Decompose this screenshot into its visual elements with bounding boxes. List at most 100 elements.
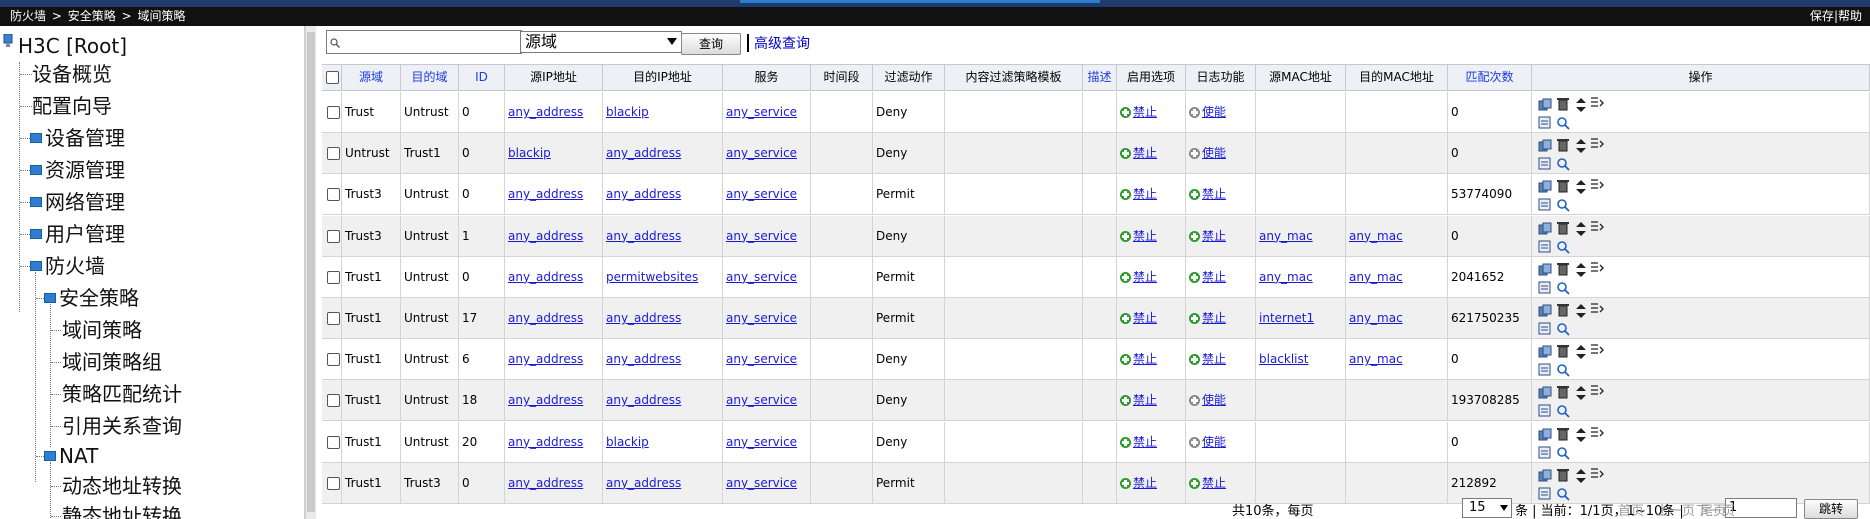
delete-icon[interactable] [1556, 303, 1570, 317]
object-link[interactable]: any_address [508, 270, 583, 284]
insert-icon[interactable] [1590, 178, 1604, 192]
enable-toggle-link[interactable]: 禁止 [1133, 146, 1157, 160]
table-row[interactable]: Trust1 Untrust 20 any_address blackip any_ser… [322, 421, 1870, 463]
log-toggle-link[interactable]: 使能 [1202, 105, 1226, 119]
insert-icon[interactable] [1590, 384, 1604, 398]
object-link[interactable]: any_address [508, 476, 583, 490]
enable-toggle-link[interactable]: 禁止 [1133, 393, 1157, 407]
row-checkbox[interactable] [327, 312, 340, 325]
row-checkbox[interactable] [327, 394, 340, 408]
column-header[interactable]: 描述 [1083, 65, 1117, 90]
sidebar-item-security-policy[interactable]: 安全策略 [59, 282, 139, 314]
row-checkbox[interactable] [327, 147, 340, 161]
enable-toggle-link[interactable]: 禁止 [1133, 187, 1157, 201]
insert-icon[interactable] [1590, 302, 1604, 316]
table-row[interactable]: Trust1 Untrust 17 any_address any_address any… [322, 298, 1870, 339]
object-link[interactable]: blackip [606, 105, 649, 119]
sidebar-item-dynamic-nat[interactable]: 动态地址转换 [62, 470, 182, 502]
enable-toggle-link[interactable]: 禁止 [1133, 435, 1157, 449]
object-link[interactable]: any_service [726, 146, 797, 160]
object-link[interactable]: any_address [606, 146, 681, 160]
object-link[interactable]: any_service [726, 270, 797, 284]
object-link[interactable]: any_service [726, 187, 797, 201]
page-size-select[interactable]: 15 [1462, 498, 1512, 518]
delete-icon[interactable] [1556, 179, 1570, 193]
move-icon[interactable] [1574, 139, 1588, 154]
object-link[interactable]: any_address [508, 352, 583, 366]
insert-icon[interactable] [1590, 220, 1604, 234]
sidebar-item-reference-query[interactable]: 引用关系查询 [62, 410, 182, 442]
table-row[interactable]: Trust Untrust 0 any_address blackip any_servi… [322, 92, 1870, 133]
sidebar-item-interzone-policy[interactable]: 域间策略 [62, 314, 142, 346]
log-toggle-link[interactable]: 禁止 [1202, 270, 1226, 284]
insert-icon[interactable] [1590, 261, 1604, 275]
enable-toggle-link[interactable]: 禁止 [1133, 352, 1157, 366]
detail-icon[interactable] [1556, 404, 1570, 419]
page-number-input[interactable]: 1 [1725, 498, 1797, 518]
help-link[interactable]: 帮助 [1838, 9, 1862, 23]
object-link[interactable]: blacklist [1259, 352, 1308, 366]
row-checkbox[interactable] [327, 353, 340, 367]
pager-first-link[interactable]: 首页 [1618, 500, 1644, 519]
move-icon[interactable] [1574, 221, 1588, 236]
object-link[interactable]: any_service [726, 352, 797, 366]
table-row[interactable]: Trust3 Untrust 0 any_address any_address any_… [322, 174, 1870, 216]
detail-icon[interactable] [1556, 240, 1570, 254]
object-link[interactable]: any_mac [1349, 311, 1403, 325]
pager-prev-link[interactable]: 上一页 [1656, 500, 1695, 519]
object-link[interactable]: any_address [606, 311, 681, 325]
move-icon[interactable] [1574, 304, 1588, 318]
detail-icon[interactable] [1556, 157, 1570, 171]
move-icon[interactable] [1574, 345, 1588, 360]
delete-icon[interactable] [1556, 427, 1570, 441]
log-toggle-link[interactable]: 禁止 [1202, 476, 1226, 490]
detail-icon[interactable] [1556, 198, 1570, 213]
object-link[interactable]: any_address [606, 187, 681, 201]
insert-icon[interactable] [1590, 467, 1604, 481]
copy-icon[interactable] [1538, 469, 1552, 483]
object-link[interactable]: any_mac [1259, 229, 1313, 243]
row-checkbox[interactable] [327, 106, 340, 119]
insert-icon[interactable] [1590, 96, 1604, 110]
object-link[interactable]: any_service [726, 311, 797, 325]
row-checkbox[interactable] [327, 229, 340, 243]
breadcrumb-item[interactable]: 防火墙 [10, 9, 46, 23]
object-link[interactable]: internet1 [1259, 311, 1314, 325]
query-button[interactable]: 查询 [681, 33, 741, 55]
edit-icon[interactable] [1538, 404, 1552, 418]
sidebar-item-firewall[interactable]: 防火墙 [45, 250, 105, 282]
sidebar-item-user-mgmt[interactable]: 用户管理 [45, 218, 125, 250]
sidebar-item-resource-mgmt[interactable]: 资源管理 [45, 154, 125, 186]
table-row[interactable]: Untrust Trust1 0 blackip any_address any_serv… [322, 133, 1870, 175]
table-row[interactable]: Trust1 Untrust 6 any_address any_address any_… [322, 339, 1870, 381]
object-link[interactable]: any_service [726, 105, 797, 119]
object-link[interactable]: blackip [606, 435, 649, 449]
object-link[interactable]: any_service [726, 393, 797, 407]
advanced-query-link[interactable]: 高级查询 [754, 33, 810, 53]
pager-last-link[interactable]: 尾页 [1700, 500, 1726, 519]
delete-icon[interactable] [1556, 262, 1570, 276]
log-toggle-link[interactable]: 禁止 [1202, 352, 1226, 366]
insert-icon[interactable] [1590, 343, 1604, 357]
enable-toggle-link[interactable]: 禁止 [1133, 476, 1157, 490]
object-link[interactable]: any_address [508, 105, 583, 119]
jump-button[interactable]: 跳转 [1804, 499, 1858, 519]
edit-icon[interactable] [1538, 240, 1552, 254]
row-checkbox[interactable] [327, 188, 340, 202]
breadcrumb-item[interactable]: 安全策略 [68, 9, 116, 23]
log-toggle-link[interactable]: 使能 [1202, 146, 1226, 160]
detail-icon[interactable] [1556, 446, 1570, 460]
detail-icon[interactable] [1556, 322, 1570, 336]
copy-icon[interactable] [1538, 345, 1552, 359]
scrollbar-thumb[interactable] [307, 32, 315, 512]
insert-icon[interactable] [1590, 137, 1604, 151]
delete-icon[interactable] [1556, 385, 1570, 399]
detail-icon[interactable] [1556, 363, 1570, 377]
log-toggle-link[interactable]: 禁止 [1202, 311, 1226, 325]
sidebar-item-policy-match-stats[interactable]: 策略匹配统计 [62, 378, 182, 410]
row-checkbox[interactable] [327, 435, 340, 449]
object-link[interactable]: any_address [508, 187, 583, 201]
sidebar-item-nat[interactable]: NAT [59, 440, 98, 472]
copy-icon[interactable] [1538, 304, 1552, 318]
sidebar-item-overview[interactable]: 设备概览 [32, 58, 112, 90]
